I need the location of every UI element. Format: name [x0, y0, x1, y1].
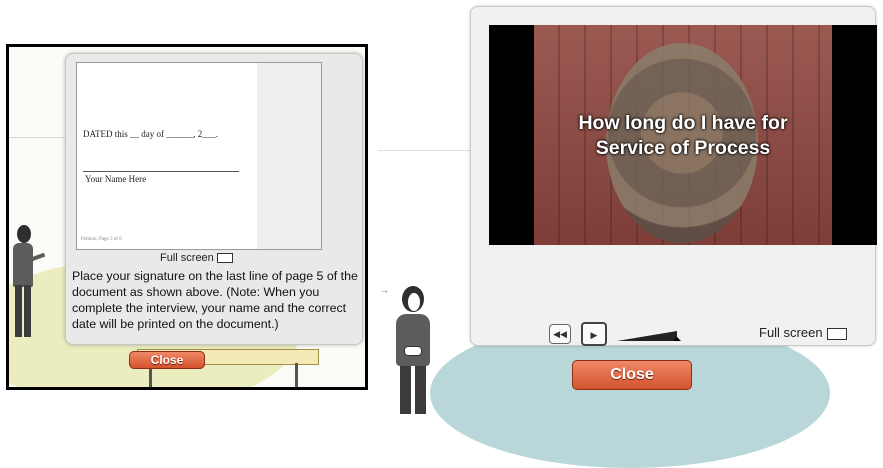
- signature-line: [83, 171, 239, 172]
- page-footer: Petition, Page 5 of 6: [81, 237, 122, 242]
- caption-line: Service of Process: [595, 137, 771, 159]
- presenter-figure: [392, 286, 436, 414]
- instruction-text: Place your signature on the last line of…: [72, 269, 358, 331]
- play-button[interactable]: ▶: [581, 322, 607, 346]
- dated-line: DATED this __ day of ______, 2___.: [83, 129, 218, 139]
- video-dialog: How long do I have for Service of Proces…: [470, 6, 877, 346]
- name-placeholder: Your Name Here: [85, 174, 147, 184]
- volume-slider[interactable]: [617, 329, 681, 343]
- document-dialog: DATED this __ day of ______, 2___. Your …: [65, 53, 363, 345]
- video-player[interactable]: How long do I have for Service of Proces…: [489, 25, 877, 245]
- fullscreen-icon[interactable]: [216, 253, 233, 264]
- document-page: DATED this __ day of ______, 2___. Your …: [77, 63, 257, 249]
- fullscreen-label: Full screen: [759, 325, 823, 340]
- fullscreen-toggle[interactable]: Full screen: [160, 252, 233, 264]
- document-preview: DATED this __ day of ______, 2___. Your …: [76, 62, 322, 250]
- play-icon: ▶: [590, 330, 598, 340]
- stage-line: [378, 150, 470, 151]
- rewind-button[interactable]: ◀◀: [549, 324, 571, 344]
- video-frame-image: How long do I have for Service of Proces…: [534, 25, 832, 245]
- close-button[interactable]: Close: [572, 360, 692, 390]
- fullscreen-toggle[interactable]: Full screen: [759, 325, 847, 340]
- fullscreen-icon[interactable]: [826, 327, 847, 340]
- arrow-glyph: →: [380, 285, 389, 295]
- fullscreen-label: Full screen: [160, 252, 214, 264]
- video-caption: How long do I have for Service of Proces…: [534, 111, 832, 161]
- document-margin: [257, 63, 321, 249]
- caption-line: How long do I have for: [578, 112, 788, 134]
- rewind-icon: ◀◀: [553, 329, 567, 339]
- desk-leg: [295, 363, 298, 387]
- left-panel: DATED this __ day of ______, 2___. Your …: [6, 44, 368, 390]
- close-button[interactable]: Close: [129, 351, 205, 369]
- presenter-figure: [9, 225, 49, 345]
